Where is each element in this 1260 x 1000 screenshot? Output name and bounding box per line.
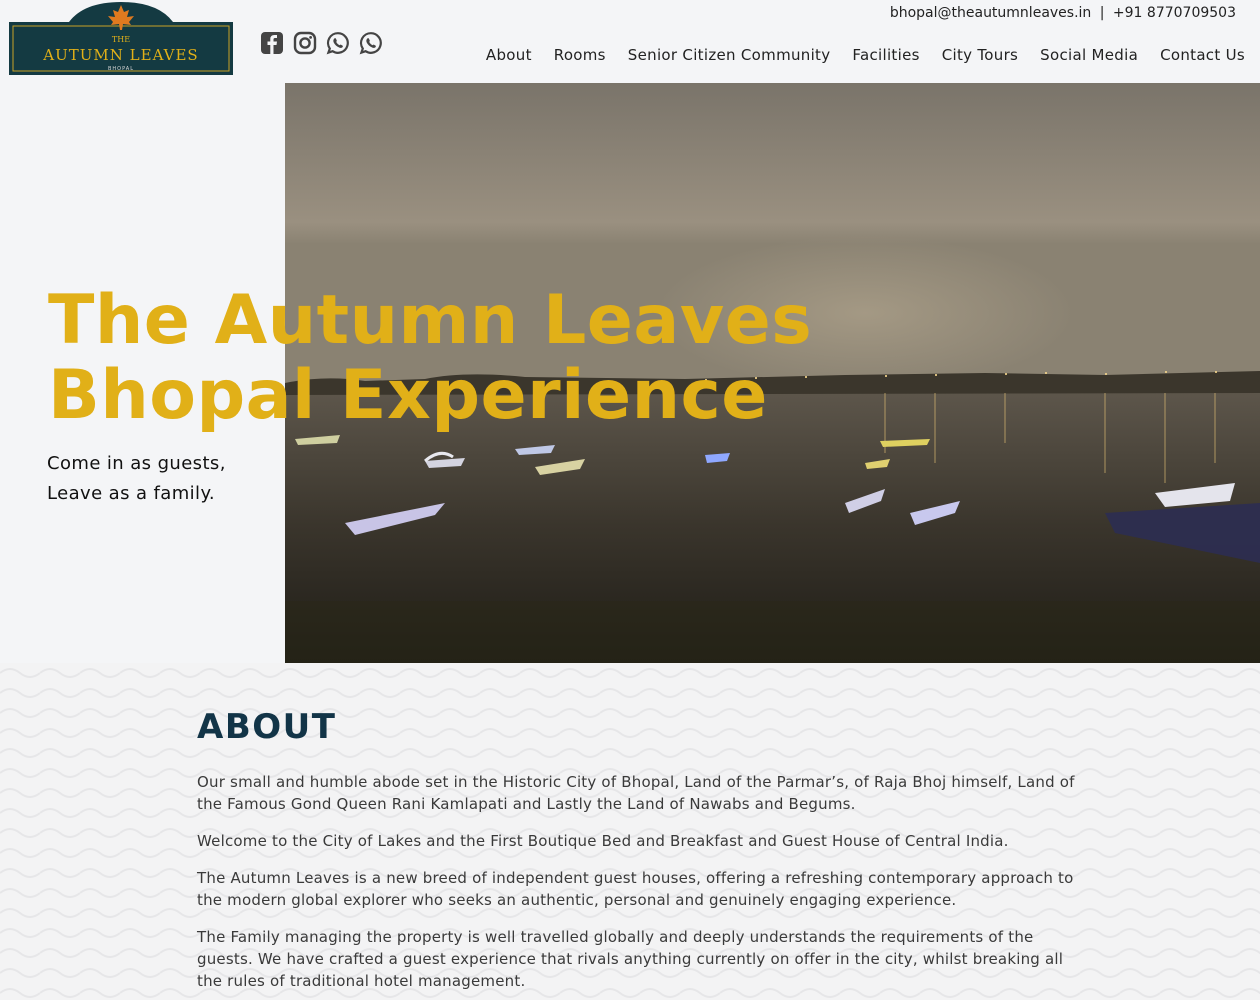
social-icons	[260, 31, 383, 55]
contact-line: bhopal@theautumnleaves.in | +91 87707095…	[890, 5, 1236, 21]
logo-line2: AUTUMN LEAVES	[42, 46, 198, 64]
about-paragraph: Our small and humble abode set in the Hi…	[197, 773, 1075, 813]
logo[interactable]: THE AUTUMN LEAVES BHOPAL	[9, 2, 233, 75]
nav-senior-citizen-community[interactable]: Senior Citizen Community	[617, 46, 842, 64]
site-header: THE AUTUMN LEAVES BHOPAL bhopal@theautum…	[0, 0, 1260, 83]
nav-about[interactable]: About	[475, 46, 543, 64]
whatsapp-icon[interactable]	[359, 31, 383, 55]
about-section: ABOUT Our small and humble abode set in …	[0, 663, 1260, 1000]
hero-tagline: Come in as guests, Leave as a family.	[47, 449, 226, 509]
whatsapp-icon[interactable]	[326, 31, 350, 55]
hero-section: The Autumn Leaves Bhopal Experience Come…	[0, 83, 1260, 663]
facebook-icon[interactable]	[260, 31, 284, 55]
about-paragraph: The Autumn Leaves is a new breed of inde…	[197, 869, 1074, 909]
hero-title: The Autumn Leaves Bhopal Experience	[48, 283, 812, 433]
hero-title-line2: Bhopal Experience	[48, 356, 768, 435]
logo-line3: BHOPAL	[108, 66, 134, 72]
nav-facilities[interactable]: Facilities	[841, 46, 930, 64]
logo-line1: THE	[112, 35, 130, 44]
hero-tagline-line1: Come in as guests,	[47, 453, 226, 474]
nav-social-media[interactable]: Social Media	[1029, 46, 1149, 64]
contact-separator: |	[1099, 5, 1105, 21]
about-heading: ABOUT	[197, 707, 337, 747]
nav-city-tours[interactable]: City Tours	[931, 46, 1029, 64]
about-paragraph: Welcome to the City of Lakes and the Fir…	[197, 832, 1009, 850]
nav-rooms[interactable]: Rooms	[543, 46, 617, 64]
nav-contact-us[interactable]: Contact Us	[1149, 46, 1245, 64]
hero-title-line1: The Autumn Leaves	[48, 281, 813, 360]
email-link[interactable]: bhopal@theautumnleaves.in	[890, 5, 1091, 21]
about-paragraph: The Family managing the property is well…	[197, 928, 1064, 990]
phone-link[interactable]: +91 8770709503	[1113, 5, 1236, 21]
instagram-icon[interactable]	[293, 31, 317, 55]
main-nav: About Rooms Senior Citizen Community Fac…	[475, 46, 1245, 64]
about-content: ABOUT Our small and humble abode set in …	[197, 707, 1077, 1000]
hero-tagline-line2: Leave as a family.	[47, 483, 216, 504]
